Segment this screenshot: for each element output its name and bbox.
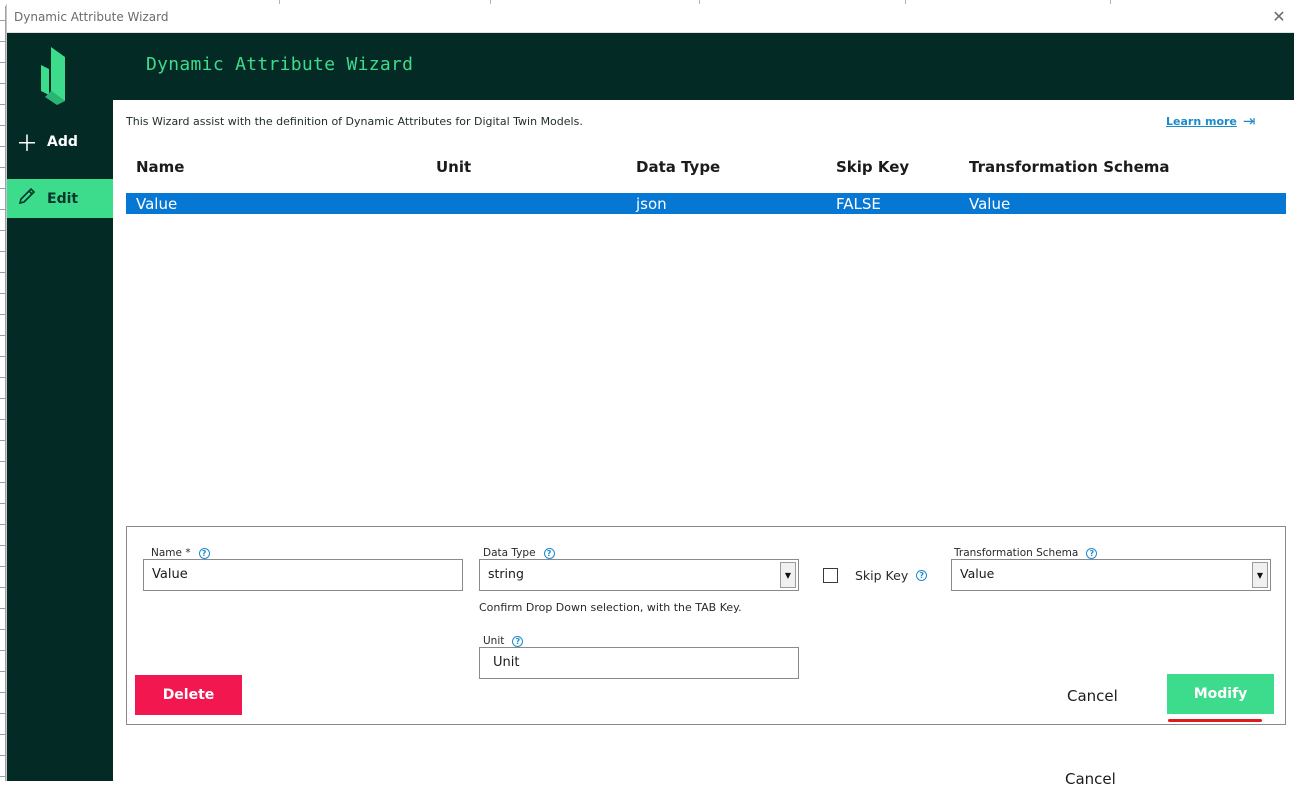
data-type-value: string	[488, 566, 524, 581]
highlight-underline	[1168, 719, 1262, 722]
table-row[interactable]: Value json FALSE Value	[126, 193, 1286, 214]
sidebar-item-label: Add	[47, 133, 78, 150]
schema-value: Value	[960, 566, 995, 581]
plus-icon: ＋	[15, 131, 38, 157]
unit-input[interactable]: Unit	[479, 647, 799, 679]
page-title: Dynamic Attribute Wizard	[146, 54, 414, 75]
pencil-icon	[7, 186, 47, 212]
schema-select[interactable]: Value ▼	[951, 559, 1271, 591]
intro-text: This Wizard assist with the definition o…	[126, 115, 583, 128]
name-label: Name * ?	[151, 547, 210, 559]
skip-key-label: Skip Key ?	[855, 568, 928, 583]
footer-cancel-button[interactable]: Cancel	[1065, 770, 1116, 788]
column-header-transformation-schema[interactable]: Transformation Schema	[969, 158, 1170, 176]
column-header-skip-key[interactable]: Skip Key	[836, 158, 909, 176]
name-label-text: Name *	[151, 547, 191, 559]
external-link-icon[interactable]: ⇥	[1243, 114, 1256, 129]
window-title: Dynamic Attribute Wizard	[14, 10, 169, 24]
cell-skip-key: FALSE	[836, 195, 881, 213]
unit-label: Unit ?	[483, 635, 524, 647]
cell-schema: Value	[969, 195, 1011, 213]
learn-more[interactable]: Learn more ⇥	[1166, 114, 1256, 129]
skip-key-checkbox[interactable]	[823, 568, 838, 583]
name-input[interactable]: Value	[143, 559, 463, 591]
column-header-unit[interactable]: Unit	[436, 158, 471, 176]
skip-key-label-text: Skip Key	[855, 568, 909, 583]
chevron-down-icon[interactable]: ▼	[780, 562, 796, 588]
app-logo-icon	[41, 47, 65, 105]
chevron-down-icon[interactable]: ▼	[1252, 562, 1268, 588]
schema-label: Transformation Schema ?	[954, 547, 1098, 559]
schema-label-text: Transformation Schema	[954, 547, 1079, 559]
page-header: Dynamic Attribute Wizard	[113, 33, 1294, 100]
help-icon[interactable]: ?	[916, 570, 928, 581]
learn-more-link[interactable]: Learn more	[1166, 115, 1237, 128]
help-icon[interactable]: ?	[512, 635, 524, 647]
help-icon[interactable]: ?	[198, 547, 210, 559]
data-type-label: Data Type ?	[483, 547, 555, 559]
help-icon[interactable]: ?	[543, 547, 555, 559]
wizard-window: Dynamic Attribute Wizard ✕ ＋ Add Edit Dy…	[6, 4, 1294, 788]
unit-label-text: Unit	[483, 635, 505, 647]
edit-form: Name * ? Value Data Type ? string ▼ Conf…	[126, 526, 1286, 725]
sidebar: ＋ Add Edit	[7, 33, 113, 781]
delete-button[interactable]: Delete	[135, 675, 242, 715]
close-icon[interactable]: ✕	[1269, 7, 1289, 27]
data-type-hint: Confirm Drop Down selection, with the TA…	[479, 601, 742, 614]
help-icon[interactable]: ?	[1086, 547, 1098, 559]
sidebar-item-label: Edit	[47, 190, 79, 207]
sidebar-item-add[interactable]: ＋ Add	[7, 122, 113, 161]
sidebar-item-edit[interactable]: Edit	[7, 179, 113, 218]
cell-data-type: json	[636, 195, 667, 213]
title-bar: Dynamic Attribute Wizard ✕	[7, 4, 1294, 33]
data-type-label-text: Data Type	[483, 547, 536, 559]
column-header-name[interactable]: Name	[136, 158, 184, 176]
data-type-select[interactable]: string ▼	[479, 559, 799, 591]
cancel-button[interactable]: Cancel	[1067, 687, 1118, 705]
modify-button[interactable]: Modify	[1167, 674, 1274, 714]
cell-name: Value	[136, 195, 178, 213]
column-header-data-type[interactable]: Data Type	[636, 158, 720, 176]
